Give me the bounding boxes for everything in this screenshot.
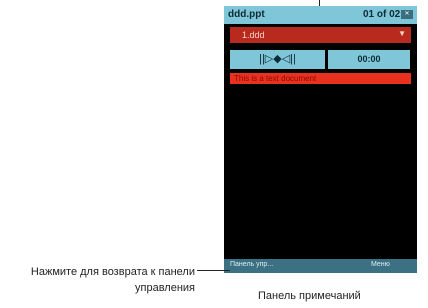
- title-bar: ddd.ppt 01 of 02 ✕: [224, 6, 417, 24]
- callout-return-to-panel: Нажмите для возврата к панели управления: [5, 264, 195, 296]
- callout-pointer-line: [197, 270, 230, 271]
- softkey-control-panel[interactable]: Панель упр...: [230, 261, 273, 268]
- chevron-down-icon: ▼: [398, 29, 406, 38]
- note-text-field[interactable]: This is a text document: [230, 73, 411, 84]
- audio-wave-icon: ||▷◆◁||: [259, 53, 296, 65]
- file-name: ddd.ppt: [228, 9, 265, 20]
- close-icon[interactable]: ✕: [401, 10, 413, 19]
- callout-line-1: Нажмите для возврата к панели: [30, 266, 195, 278]
- audio-control-button[interactable]: ||▷◆◁||: [230, 50, 325, 69]
- slide-dropdown[interactable]: 1.ddd ▼: [230, 27, 411, 43]
- callout-line-2: управления: [135, 282, 195, 294]
- slide-dropdown-value: 1.ddd: [242, 30, 265, 40]
- caption-notes-panel: Панель примечаний: [258, 290, 361, 302]
- note-text: This is a text document: [234, 74, 317, 83]
- page-indicator: 01 of 02: [363, 9, 401, 20]
- softkey-bar: Панель упр... Меню: [224, 259, 417, 273]
- phone-screen: ddd.ppt 01 of 02 ✕ 1.ddd ▼ ||▷◆◁|| 00:00…: [224, 6, 417, 273]
- time-display-button[interactable]: 00:00: [328, 50, 410, 69]
- time-label: 00:00: [357, 54, 381, 64]
- softkey-menu[interactable]: Меню: [371, 261, 390, 268]
